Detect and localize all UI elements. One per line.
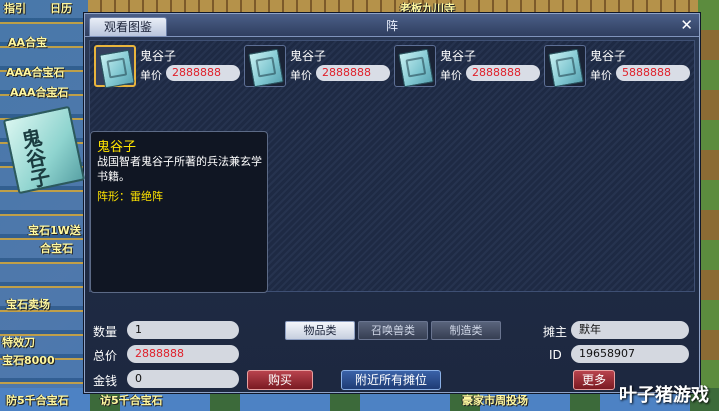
item-grid: 鬼谷子 单价 2888888 鬼谷子 单价 2888888 鬼谷子 单价 288… bbox=[89, 40, 695, 293]
item-name: 鬼谷子 bbox=[290, 49, 327, 63]
stall-name-label[interactable]: 宝石1W送 bbox=[28, 222, 81, 238]
stall-name-label[interactable]: AAA合宝石 bbox=[10, 84, 69, 100]
window-title: 阵 bbox=[385, 19, 398, 33]
money-field: 0 bbox=[127, 370, 239, 388]
tab-items[interactable]: 物品类 bbox=[285, 321, 355, 340]
book-icon bbox=[248, 48, 284, 88]
stall-name-label[interactable]: 特效刀 bbox=[2, 334, 35, 350]
stall-name-label[interactable]: 宝石8000 bbox=[2, 352, 55, 368]
stall-name-label[interactable]: AA合宝 bbox=[8, 34, 47, 50]
quantity-label: 数量 bbox=[93, 325, 118, 339]
total-price-label: 总价 bbox=[93, 349, 118, 363]
tab-crafting[interactable]: 制造类 bbox=[431, 321, 501, 340]
item-price: 2888888 bbox=[466, 65, 540, 81]
book-icon bbox=[548, 48, 584, 88]
item-icon-frame[interactable] bbox=[544, 45, 586, 88]
item-name: 鬼谷子 bbox=[140, 49, 177, 63]
tooltip-description: 战国智者鬼谷子所著的兵法兼玄学书籍。 bbox=[97, 155, 262, 183]
stall-name-label[interactable]: 访5千合宝石 bbox=[100, 392, 163, 408]
stall-window: 观看图鉴 阵 ✕ 鬼谷子 单价 2888888 鬼谷子 单价 2888888 鬼… bbox=[84, 13, 700, 393]
stall-name-label[interactable]: 合宝石 bbox=[40, 240, 73, 256]
tab-summons[interactable]: 召唤兽类 bbox=[358, 321, 428, 340]
stall-name-label[interactable]: 防5千合宝石 bbox=[6, 392, 69, 408]
tooltip-item-name: 鬼谷子 bbox=[97, 140, 137, 155]
item-icon-frame[interactable] bbox=[394, 45, 436, 88]
buy-button[interactable]: 购买 bbox=[247, 370, 313, 390]
book-icon-title: 鬼谷子 bbox=[16, 126, 53, 190]
calendar-shortcut[interactable]: 日历 bbox=[50, 0, 72, 16]
item-price: 2888888 bbox=[316, 65, 390, 81]
book-icon bbox=[99, 49, 135, 89]
id-field: 19658907 bbox=[571, 345, 689, 363]
money-label: 金钱 bbox=[93, 374, 118, 388]
item-slot[interactable]: 鬼谷子 单价 5888888 bbox=[544, 45, 692, 89]
item-icon-frame[interactable] bbox=[244, 45, 286, 88]
nearby-stalls-button[interactable]: 附近所有摊位 bbox=[341, 370, 441, 390]
book-icon bbox=[398, 48, 434, 88]
watermark: 叶子猪游戏 bbox=[619, 385, 709, 406]
guide-shortcut[interactable]: 指引 bbox=[4, 0, 26, 16]
item-price: 2888888 bbox=[166, 65, 240, 81]
total-price-field: 2888888 bbox=[127, 345, 239, 363]
item-icon-frame[interactable] bbox=[94, 45, 136, 89]
item-name: 鬼谷子 bbox=[590, 49, 627, 63]
stall-name-label[interactable]: 豪家市周投场 bbox=[462, 392, 528, 408]
item-price-label: 单价 bbox=[140, 69, 162, 82]
item-slot[interactable]: 鬼谷子 单价 2888888 bbox=[94, 45, 242, 89]
tooltip-formation: 阵形：雷绝阵 bbox=[97, 190, 163, 203]
more-button[interactable]: 更多 bbox=[573, 370, 615, 390]
window-titlebar[interactable]: 观看图鉴 阵 ✕ bbox=[85, 14, 699, 37]
close-icon[interactable]: ✕ bbox=[680, 16, 693, 34]
seller-label: 摊主 bbox=[543, 325, 568, 339]
stall-name-label[interactable]: 宝石卖场 bbox=[6, 296, 50, 312]
item-tooltip: 鬼谷子 战国智者鬼谷子所著的兵法兼玄学书籍。 阵形：雷绝阵 bbox=[90, 131, 268, 293]
item-price-label: 单价 bbox=[440, 69, 462, 82]
item-price-label: 单价 bbox=[590, 69, 612, 82]
quantity-input[interactable]: 1 bbox=[127, 321, 239, 339]
stall-name-label[interactable]: AAA合宝石 bbox=[6, 64, 65, 80]
game-world-top-edge bbox=[88, 0, 698, 14]
item-price-label: 单价 bbox=[290, 69, 312, 82]
item-price: 5888888 bbox=[616, 65, 690, 81]
item-name: 鬼谷子 bbox=[440, 49, 477, 63]
id-label: ID bbox=[549, 348, 562, 362]
item-slot[interactable]: 鬼谷子 单价 2888888 bbox=[244, 45, 392, 89]
item-slot[interactable]: 鬼谷子 单价 2888888 bbox=[394, 45, 542, 89]
seller-field: 默年 bbox=[571, 321, 689, 339]
